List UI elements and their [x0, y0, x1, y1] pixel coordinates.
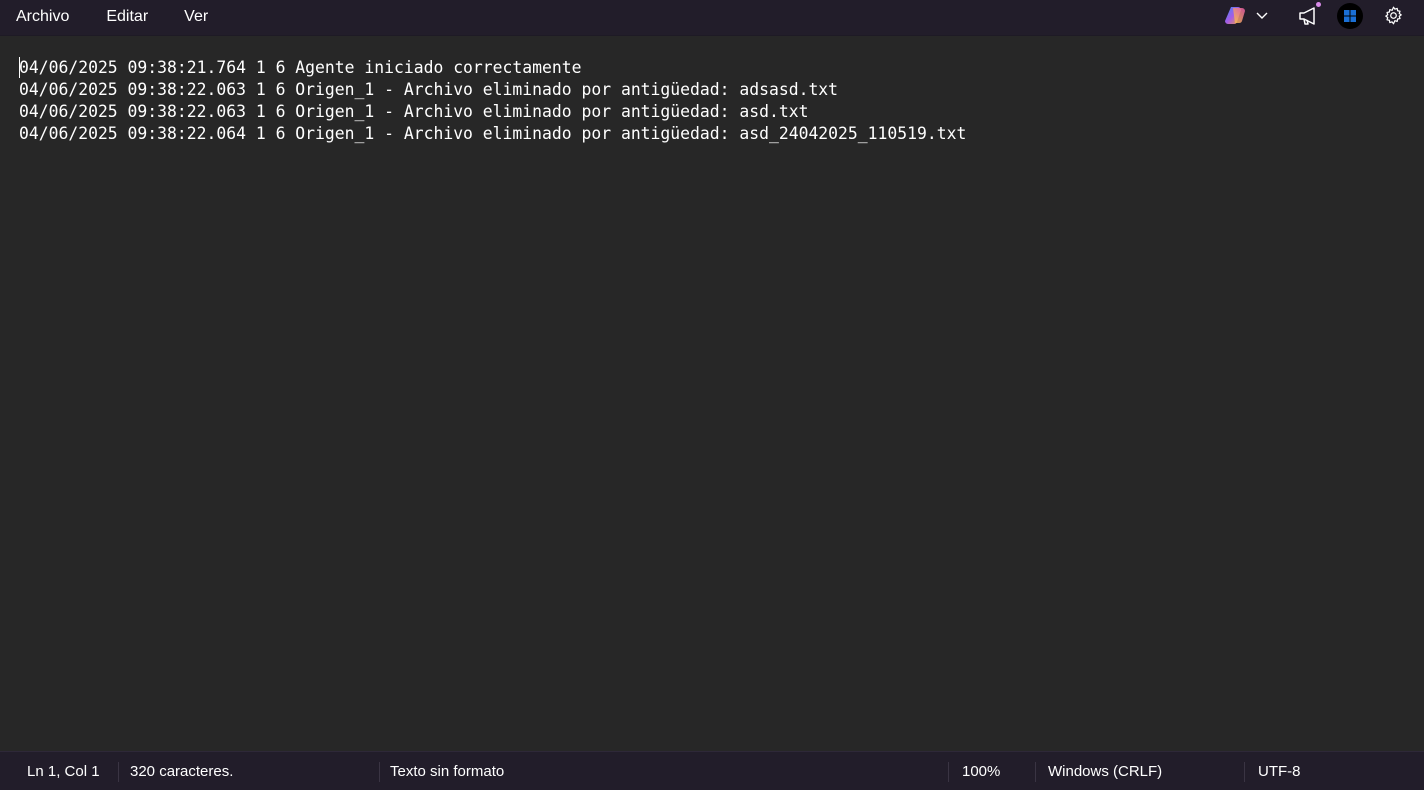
menu-archivo[interactable]: Archivo — [16, 0, 69, 36]
text-line: 04/06/2025 09:38:21.764 1 6 Agente inici… — [19, 58, 582, 77]
menu-bar: Archivo Editar Ver — [0, 0, 1424, 36]
status-divider — [1244, 762, 1245, 782]
menu-ver[interactable]: Ver — [184, 0, 208, 36]
zoom-level[interactable]: 100% — [962, 752, 1000, 790]
chevron-down-icon[interactable] — [1255, 8, 1269, 22]
cursor-position[interactable]: Ln 1, Col 1 — [27, 752, 100, 790]
encoding[interactable]: UTF-8 — [1258, 752, 1301, 790]
text-line: 04/06/2025 09:38:22.064 1 6 Origen_1 - A… — [19, 124, 967, 143]
notification-dot — [1316, 2, 1321, 7]
status-divider — [1035, 762, 1036, 782]
text-editor[interactable]: 04/06/2025 09:38:21.764 1 6 Agente inici… — [0, 37, 1424, 751]
status-divider — [948, 762, 949, 782]
line-ending[interactable]: Windows (CRLF) — [1048, 752, 1162, 790]
text-caret — [19, 57, 20, 78]
copilot-icon[interactable] — [1224, 4, 1246, 26]
status-divider — [379, 762, 380, 782]
character-count: 320 caracteres. — [130, 763, 234, 780]
megaphone-icon[interactable] — [1297, 5, 1319, 27]
account-icon[interactable] — [1337, 3, 1363, 29]
text-line: 04/06/2025 09:38:22.063 1 6 Origen_1 - A… — [19, 102, 809, 121]
gear-icon[interactable] — [1383, 5, 1404, 26]
status-bar: Ln 1, Col 1 320 caracteres. Texto sin fo… — [0, 751, 1424, 790]
editor-content[interactable]: 04/06/2025 09:38:21.764 1 6 Agente inici… — [19, 57, 966, 145]
text-line: 04/06/2025 09:38:22.063 1 6 Origen_1 - A… — [19, 80, 839, 99]
status-divider — [118, 762, 119, 782]
text-format: Texto sin formato — [390, 763, 505, 780]
menu-editar[interactable]: Editar — [106, 0, 148, 36]
